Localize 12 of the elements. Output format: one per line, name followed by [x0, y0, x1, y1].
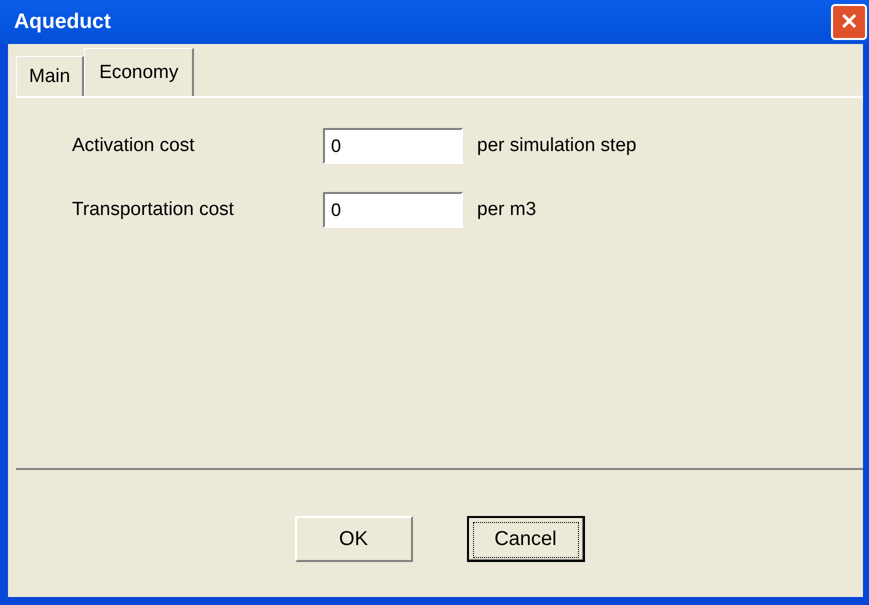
dialog-button[interactable]: Cancel — [466, 516, 584, 562]
field-label: Activation cost — [72, 135, 196, 157]
input-field[interactable]: 0 — [323, 128, 463, 164]
unit-label: per simulation step — [477, 135, 636, 157]
field-label: Transportation cost — [72, 199, 235, 221]
unit-label: per m3 — [477, 199, 536, 221]
tab[interactable]: Main — [16, 56, 84, 96]
dialog-button[interactable]: OK — [294, 516, 412, 562]
input-field[interactable]: 0 — [323, 192, 463, 228]
tab[interactable]: Economy — [84, 48, 194, 96]
close-button[interactable]: ✕ — [831, 4, 867, 40]
window-title: Aqueduct — [14, 10, 111, 34]
